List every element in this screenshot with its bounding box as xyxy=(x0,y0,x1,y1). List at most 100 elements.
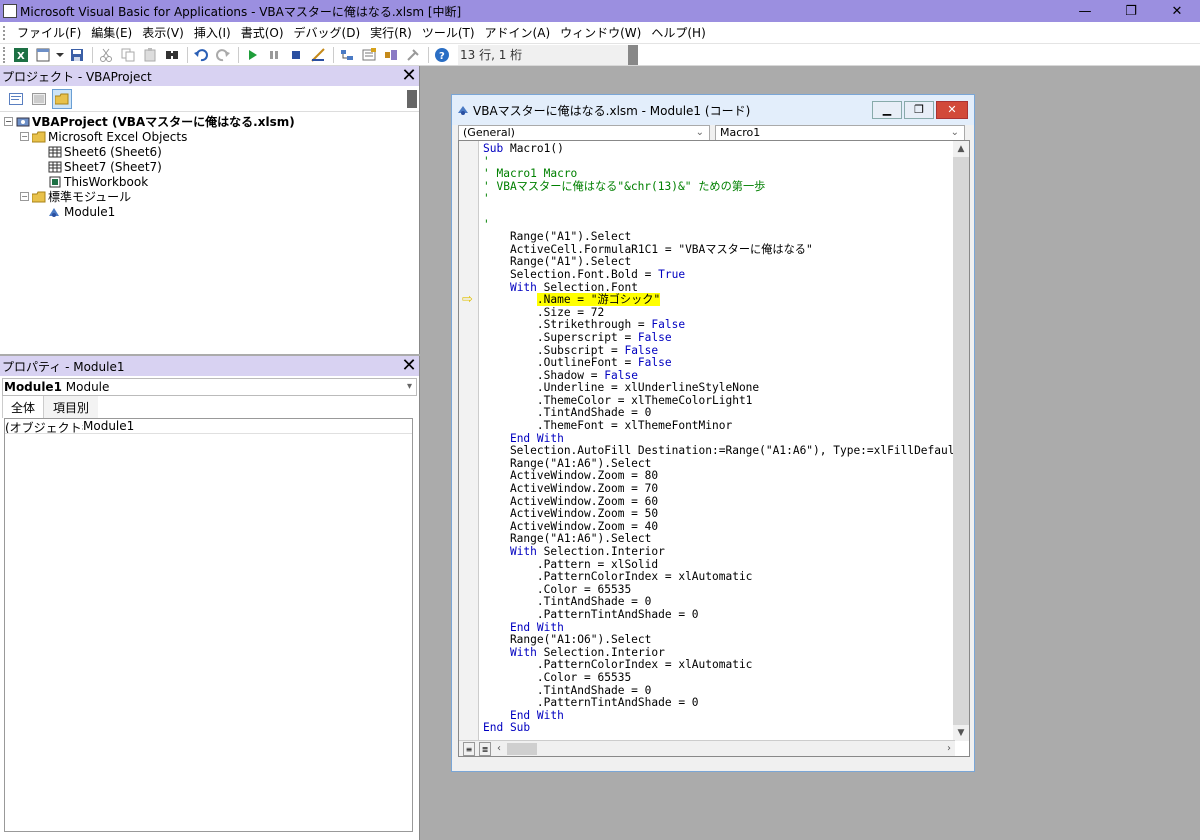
object-selector-type: Module xyxy=(65,380,110,394)
code-restore-button[interactable]: ❐ xyxy=(904,101,934,119)
minimize-button[interactable]: — xyxy=(1062,0,1108,22)
menu-help[interactable]: ヘルプ(H) xyxy=(646,24,710,41)
save-icon[interactable] xyxy=(67,45,87,65)
menu-run[interactable]: 実行(R) xyxy=(365,24,417,41)
menu-view[interactable]: 表示(V) xyxy=(137,24,189,41)
code-line[interactable]: End Sub xyxy=(483,722,961,735)
code-keyword: True xyxy=(658,267,686,281)
project-panel-close-icon[interactable]: ✕ xyxy=(399,66,419,86)
sheet-icon xyxy=(48,161,62,172)
toggle-folders-icon[interactable] xyxy=(52,88,72,109)
run-icon[interactable] xyxy=(242,45,262,65)
tree-expander-icon[interactable]: − xyxy=(20,192,29,201)
horizontal-scrollbar[interactable]: ≡ ≣ ‹ › xyxy=(459,740,955,756)
code-line[interactable]: .Underline = xlUnderlineStyleNone xyxy=(483,382,961,395)
properties-panel-close-icon[interactable]: ✕ xyxy=(399,356,419,376)
code-line[interactable]: ActiveWindow.Zoom = 70 xyxy=(483,482,961,496)
close-button[interactable]: ✕ xyxy=(1154,0,1200,22)
code-line[interactable]: Selection.Font.Bold = True xyxy=(483,267,961,282)
procedure-view-button[interactable]: ≡ xyxy=(463,741,475,756)
tree-item-label: Sheet7 (Sheet7) xyxy=(64,159,162,174)
code-line[interactable] xyxy=(483,206,961,219)
code-line[interactable]: .Superscript = False xyxy=(483,331,961,345)
menu-file[interactable]: ファイル(F) xyxy=(12,24,86,41)
tab-categorized[interactable]: 項目別 xyxy=(44,396,99,418)
tree-item[interactable]: − 標準モジュール xyxy=(4,189,419,204)
tree-item[interactable]: ThisWorkbook xyxy=(4,174,419,189)
menu-window[interactable]: ウィンドウ(W) xyxy=(555,24,646,41)
scroll-right-icon[interactable]: › xyxy=(947,743,951,754)
code-line[interactable]: ' VBAマスターに俺はなる"&chr(13)&" ための第一歩 xyxy=(483,180,961,194)
chevron-down-icon: ⌄ xyxy=(695,127,704,138)
tree-expander-icon[interactable]: − xyxy=(4,117,13,126)
menu-addins[interactable]: アドイン(A) xyxy=(480,24,556,41)
undo-icon[interactable] xyxy=(191,45,211,65)
project-explorer-icon[interactable] xyxy=(337,45,357,65)
code-minimize-button[interactable]: ▁ xyxy=(872,101,902,119)
project-panel-dropdown[interactable] xyxy=(407,90,417,108)
code-line[interactable]: With Selection.Interior xyxy=(483,545,961,559)
menu-edit[interactable]: 編集(E) xyxy=(86,24,137,41)
code-line[interactable]: .PatternColorIndex = xlAutomatic xyxy=(483,571,961,584)
menu-tools[interactable]: ツール(T) xyxy=(417,24,480,41)
scroll-up-icon[interactable]: ▲ xyxy=(953,141,969,157)
code-line[interactable]: .Color = 65535 xyxy=(483,671,961,685)
horizontal-scroll-thumb[interactable] xyxy=(507,742,537,755)
object-browser-icon[interactable] xyxy=(381,45,401,65)
toolbox-icon[interactable] xyxy=(403,45,423,65)
toolbar-grip[interactable] xyxy=(3,46,9,63)
copy-icon[interactable] xyxy=(118,45,138,65)
redo-icon[interactable] xyxy=(213,45,233,65)
code-line[interactable]: Sub Macro1() xyxy=(483,142,961,156)
help-icon[interactable]: ? xyxy=(432,45,452,65)
tab-alphabetic[interactable]: 全体 xyxy=(2,395,45,418)
scroll-down-icon[interactable]: ▼ xyxy=(953,725,969,741)
code-text[interactable]: Sub Macro1() ' ' Macro1 Macro ' VBAマスターに俺はな… xyxy=(483,142,961,735)
full-module-view-button[interactable]: ≣ xyxy=(479,741,491,756)
tree-item[interactable]: Sheet6 (Sheet6) xyxy=(4,144,419,159)
tree-item-label: Microsoft Excel Objects xyxy=(48,129,188,144)
properties-icon[interactable] xyxy=(359,45,379,65)
break-icon[interactable] xyxy=(264,45,284,65)
tree-item[interactable]: Sheet7 (Sheet7) xyxy=(4,159,419,174)
property-value[interactable]: Module1 xyxy=(83,419,134,433)
code-keyword: End With xyxy=(509,620,564,634)
code-line[interactable]: Range("A1:O6").Select xyxy=(483,634,961,647)
code-line[interactable]: .OutlineFont = False xyxy=(483,356,961,370)
tree-expander-icon[interactable]: − xyxy=(20,132,29,141)
view-object-icon[interactable] xyxy=(29,89,49,109)
toolbar-options-dropdown[interactable] xyxy=(628,44,638,65)
procedure-combo[interactable]: Macro1 ⌄ xyxy=(715,125,965,141)
code-close-button[interactable]: ✕ xyxy=(936,101,968,119)
code-margin-indicator-bar[interactable]: ⇨ xyxy=(459,141,479,741)
tree-item[interactable]: − VBAProject (VBAマスターに俺はなる.xlsm) xyxy=(4,114,419,129)
excel-icon[interactable]: X xyxy=(11,45,31,65)
code-line[interactable]: ' xyxy=(483,193,961,206)
tree-item[interactable]: Module1 xyxy=(4,204,419,219)
code-line[interactable]: ActiveWindow.Zoom = 50 xyxy=(483,508,961,521)
menu-format[interactable]: 書式(O) xyxy=(236,24,289,41)
tree-item[interactable]: − Microsoft Excel Objects xyxy=(4,129,419,144)
property-row[interactable]: (オブジェクト名)Module1 xyxy=(5,419,412,434)
design-mode-icon[interactable] xyxy=(308,45,328,65)
code-line[interactable]: Range("A1").Select xyxy=(483,231,961,244)
cut-icon[interactable] xyxy=(96,45,116,65)
object-combo[interactable]: (General) ⌄ xyxy=(458,125,710,141)
code-line[interactable]: .Name = "游ゴシック" xyxy=(483,293,961,307)
code-line[interactable]: Selection.AutoFill Destination:=Range("A… xyxy=(483,445,961,458)
find-icon[interactable] xyxy=(162,45,182,65)
scroll-left-icon[interactable]: ‹ xyxy=(497,743,501,754)
object-selector[interactable]: Module1 Module ▾ xyxy=(2,378,417,396)
insert-module-icon[interactable] xyxy=(33,45,53,65)
menu-debug[interactable]: デバッグ(D) xyxy=(289,24,366,41)
menu-insert[interactable]: 挿入(I) xyxy=(189,24,236,41)
code-editor[interactable]: ⇨ Sub Macro1() ' ' Macro1 Macro ' VBAマスターに俺… xyxy=(458,140,970,757)
vertical-scrollbar[interactable]: ▲ ▼ xyxy=(953,141,969,741)
paste-icon[interactable] xyxy=(140,45,160,65)
menu-grip[interactable] xyxy=(3,25,9,40)
code-line[interactable]: End With xyxy=(483,709,961,723)
view-code-icon[interactable] xyxy=(6,89,26,109)
reset-icon[interactable] xyxy=(286,45,306,65)
insert-dropdown-icon[interactable] xyxy=(55,45,65,65)
restore-button[interactable]: ❐ xyxy=(1108,0,1154,22)
